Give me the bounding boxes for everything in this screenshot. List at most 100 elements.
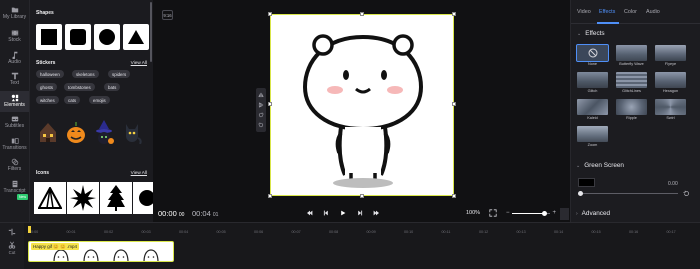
zoom-out-icon[interactable]: − — [506, 210, 510, 216]
fullscreen-icon[interactable] — [489, 209, 497, 217]
rail-item-elements[interactable]: Elements — [0, 90, 29, 112]
sticker-chip[interactable]: tombstones — [64, 83, 95, 91]
sun-icon-tile[interactable] — [133, 182, 153, 214]
witch-cat-sticker[interactable] — [92, 118, 115, 146]
resize-handle-right[interactable] — [452, 102, 456, 106]
sticker-chip[interactable]: cats — [64, 96, 81, 104]
resize-handle-top-left[interactable] — [268, 12, 272, 16]
effect-glitch[interactable]: Glitch — [577, 72, 608, 96]
timeline-tick-label: 00:02 — [104, 230, 114, 234]
black-cat-sticker[interactable] — [120, 118, 143, 146]
previous-frame-button[interactable] — [321, 208, 331, 218]
green-screen-value: 0.00 — [668, 181, 678, 187]
effect-kaleid[interactable]: Kaleid — [577, 99, 608, 123]
rail-label: Elements — [4, 101, 25, 108]
panel-scrollbar[interactable] — [150, 2, 152, 62]
rotate-left-icon[interactable] — [258, 122, 264, 128]
rail-item-text[interactable]: Text — [0, 69, 29, 91]
tab-video[interactable]: Video — [577, 9, 591, 15]
effect-ripple[interactable]: Ripple — [616, 99, 647, 123]
sticker-chip[interactable]: emojis — [89, 96, 110, 104]
elements-icon — [10, 94, 19, 102]
play-button[interactable] — [338, 208, 348, 218]
rail-item-subtitles[interactable]: Subtitles — [0, 112, 29, 134]
rotate-right-icon[interactable] — [258, 112, 264, 118]
icons-view-all-link[interactable]: View All — [131, 170, 147, 175]
sticker-chip[interactable]: halloween — [36, 70, 64, 78]
rail-item-audio[interactable]: Audio — [0, 48, 29, 70]
sticker-chip[interactable]: bats — [104, 83, 121, 91]
haunted-house-sticker[interactable] — [36, 118, 59, 146]
sticker-chip[interactable]: ghosts — [36, 83, 57, 91]
effects-section-title: Effects — [585, 30, 605, 37]
zoom-in-icon[interactable]: + — [552, 210, 556, 216]
effect-zoom[interactable]: Zoom — [577, 126, 608, 150]
effect-flyeye[interactable]: Flyeye — [655, 45, 686, 69]
resize-handle-bottom-left[interactable] — [268, 194, 272, 198]
folder-icon — [10, 6, 19, 14]
pyramid-icon-tile[interactable] — [34, 182, 66, 214]
video-canvas[interactable] — [268, 12, 456, 198]
resize-handle-bottom[interactable] — [360, 194, 364, 198]
current-time-value: 00:00 — [158, 209, 177, 218]
advanced-section-header[interactable]: › Advanced — [576, 210, 610, 217]
cut-tool[interactable]: Cut — [0, 241, 24, 255]
green-screen-section-header[interactable]: ⌄ Green Screen — [576, 162, 624, 169]
resize-handle-left[interactable] — [268, 102, 272, 106]
flip-horizontal-icon[interactable] — [258, 92, 264, 98]
zoom-slider[interactable]: − + — [506, 210, 556, 216]
skip-back-icon — [307, 210, 313, 216]
aspect-ratio-button[interactable]: 9:16 — [162, 10, 173, 20]
filters-icon — [10, 158, 19, 166]
zoom-level[interactable]: 100% — [466, 210, 480, 216]
tab-effects[interactable]: Effects — [599, 9, 615, 15]
next-frame-button[interactable] — [355, 208, 365, 218]
effects-section-header[interactable]: ⌄ Effects — [577, 30, 605, 37]
tab-color[interactable]: Color — [624, 9, 637, 15]
sticker-chip[interactable]: spiders — [108, 70, 131, 78]
jack-o-lantern-sticker[interactable] — [64, 118, 87, 146]
stickers-view-all-link[interactable]: View All — [131, 60, 147, 65]
cut-label: Cut — [8, 250, 16, 255]
step-forward-icon — [358, 210, 363, 216]
rail-item-filters[interactable]: Filters — [0, 155, 29, 177]
panel-collapse-handle[interactable] — [560, 208, 569, 220]
rounded-square-shape[interactable] — [65, 24, 91, 50]
resize-handle-top[interactable] — [360, 12, 364, 16]
sun-icon — [139, 190, 153, 206]
resize-handle-bottom-right[interactable] — [452, 194, 456, 198]
circle-shape[interactable] — [94, 24, 120, 50]
properties-tabs: Video Effects Color Audio — [571, 0, 700, 24]
rail-item-my-library[interactable]: My Library — [0, 0, 29, 26]
sticker-chip[interactable]: witches — [36, 96, 59, 104]
triangle-icon — [128, 30, 144, 44]
square-shape[interactable] — [36, 24, 62, 50]
effect-hexagon[interactable]: Hexagon — [655, 72, 686, 96]
starburst-icon-tile[interactable] — [67, 182, 99, 214]
effect-butterfly-wave[interactable]: Butterfly Wave — [616, 45, 647, 69]
green-screen-slider-knob[interactable] — [578, 191, 583, 196]
zoom-slider-knob[interactable] — [542, 211, 547, 216]
chevron-right-icon: › — [576, 210, 578, 217]
effect-none[interactable]: None — [576, 44, 609, 69]
resize-handle-top-right[interactable] — [452, 12, 456, 16]
skip-to-end-button[interactable] — [371, 208, 381, 218]
pine-tree-icon-tile[interactable] — [100, 182, 132, 214]
flip-vertical-icon[interactable] — [258, 102, 264, 108]
triangle-shape[interactable] — [123, 24, 149, 50]
effect-glitchlines[interactable]: GlitchLines — [616, 72, 647, 96]
square-icon — [41, 29, 57, 45]
rail-item-stock[interactable]: Stock — [0, 26, 29, 48]
advanced-title: Advanced — [581, 210, 611, 217]
skip-to-start-button[interactable] — [305, 208, 315, 218]
green-screen-color-swatch[interactable] — [578, 178, 595, 187]
green-screen-slider[interactable] — [578, 191, 678, 196]
split-tool[interactable] — [0, 228, 24, 237]
timeline-clip[interactable]: Happy gif 😊 😊 .mp4 — [28, 241, 174, 262]
sticker-chip[interactable]: skeletons — [72, 70, 99, 78]
effect-swirl[interactable]: Swirl — [655, 99, 686, 123]
playhead[interactable] — [28, 226, 31, 233]
rail-item-transitions[interactable]: Transitions — [0, 134, 29, 156]
reset-icon[interactable] — [683, 190, 690, 197]
tab-audio[interactable]: Audio — [646, 9, 660, 15]
